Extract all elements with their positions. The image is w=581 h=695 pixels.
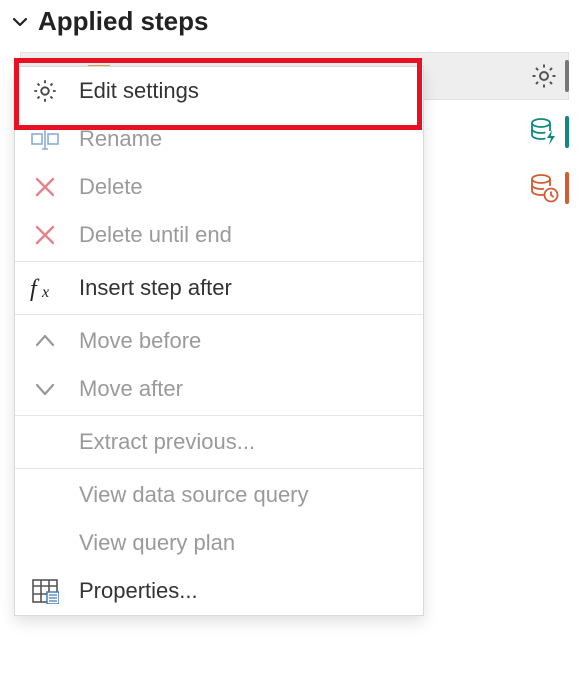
menu-separator <box>15 415 423 416</box>
menu-item-label: Edit settings <box>79 78 199 104</box>
blank-icon <box>23 519 67 567</box>
menu-item-rename[interactable]: Rename <box>15 115 423 163</box>
menu-item-label: Delete until end <box>79 222 232 248</box>
applied-steps-title: Applied steps <box>38 6 208 37</box>
menu-item-edit-settings[interactable]: Edit settings <box>15 67 423 115</box>
step-context-menu: Edit settings Rename Delete <box>14 66 424 616</box>
menu-item-label: Properties... <box>79 578 198 604</box>
svg-text:f: f <box>30 276 40 301</box>
collapse-chevron-icon[interactable] <box>10 12 30 32</box>
menu-item-label: View query plan <box>79 530 235 556</box>
menu-item-move-before[interactable]: Move before <box>15 317 423 365</box>
menu-separator <box>15 314 423 315</box>
svg-text:x: x <box>41 284 49 301</box>
menu-item-label: Delete <box>79 174 143 200</box>
menu-separator <box>15 468 423 469</box>
menu-item-label: View data source query <box>79 482 309 508</box>
menu-item-delete[interactable]: Delete <box>15 163 423 211</box>
gear-icon <box>529 61 559 91</box>
menu-item-label: Move after <box>79 376 183 402</box>
gear-icon <box>23 67 67 115</box>
menu-item-label: Move before <box>79 328 201 354</box>
step-action-icons <box>525 56 563 208</box>
blank-icon <box>23 471 67 519</box>
menu-item-properties[interactable]: Properties... <box>15 567 423 615</box>
menu-item-delete-until-end[interactable]: Delete until end <box>15 211 423 259</box>
chevron-up-icon <box>23 317 67 365</box>
query-timing-button[interactable] <box>525 168 563 208</box>
native-query-button[interactable] <box>525 112 563 152</box>
delete-x-icon <box>23 211 67 259</box>
chevron-down-icon <box>23 365 67 413</box>
menu-item-label: Extract previous... <box>79 429 255 455</box>
rename-icon <box>23 115 67 163</box>
database-clock-icon <box>528 172 560 204</box>
blank-icon <box>23 418 67 466</box>
menu-item-view-query-plan[interactable]: View query plan <box>15 519 423 567</box>
database-flash-icon <box>528 116 560 148</box>
menu-item-move-after[interactable]: Move after <box>15 365 423 413</box>
table-grid-icon <box>23 567 67 615</box>
menu-item-insert-step-after[interactable]: f x Insert step after <box>15 264 423 312</box>
fx-icon: f x <box>23 264 67 312</box>
menu-separator <box>15 261 423 262</box>
menu-item-view-data-source-query[interactable]: View data source query <box>15 471 423 519</box>
step-settings-button[interactable] <box>525 56 563 96</box>
delete-x-icon <box>23 163 67 211</box>
applied-steps-header[interactable]: Applied steps <box>0 0 581 39</box>
menu-item-label: Rename <box>79 126 162 152</box>
menu-item-extract-previous[interactable]: Extract previous... <box>15 418 423 466</box>
menu-item-label: Insert step after <box>79 275 232 301</box>
